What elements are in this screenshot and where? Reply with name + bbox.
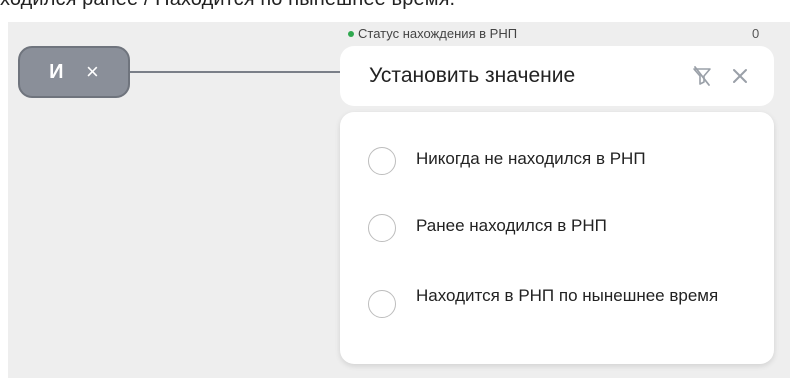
option-never[interactable]: Никогда не находился в РНП <box>368 147 756 175</box>
filter-off-icon[interactable] <box>690 64 714 88</box>
options-dropdown: Никогда не находился в РНП Ранее находил… <box>340 112 774 364</box>
radio-button[interactable] <box>368 147 396 175</box>
option-label: Ранее находился в РНП <box>416 216 607 235</box>
operator-remove-icon[interactable]: × <box>86 61 99 83</box>
page: ходился ранее / Находится по нынешнее вр… <box>0 0 790 378</box>
operator-chip-and[interactable]: И × <box>18 46 130 98</box>
close-icon[interactable] <box>730 66 750 86</box>
option-label: Никогда не находился в РНП <box>416 149 646 168</box>
status-dot-icon <box>348 30 354 37</box>
connector-line <box>130 71 340 73</box>
option-label: Находится в РНП по нынешнее время <box>416 286 719 305</box>
radio-button[interactable] <box>368 290 396 318</box>
option-previously[interactable]: Ранее находился в РНП <box>368 214 756 242</box>
value-placeholder: Установить значение <box>369 64 576 87</box>
value-select[interactable]: Установить значение <box>340 46 774 106</box>
field-label: Статус нахождения в РНП <box>348 26 517 41</box>
option-currently[interactable]: Находится в РНП по нынешнее время <box>368 284 746 318</box>
operator-label: И <box>49 60 64 83</box>
clipped-heading-text: ходился ранее / Находится по нынешнее вр… <box>0 0 455 11</box>
radio-button[interactable] <box>368 214 396 242</box>
field-label-text: Статус нахождения в РНП <box>358 26 518 41</box>
field-count: 0 <box>752 26 760 41</box>
